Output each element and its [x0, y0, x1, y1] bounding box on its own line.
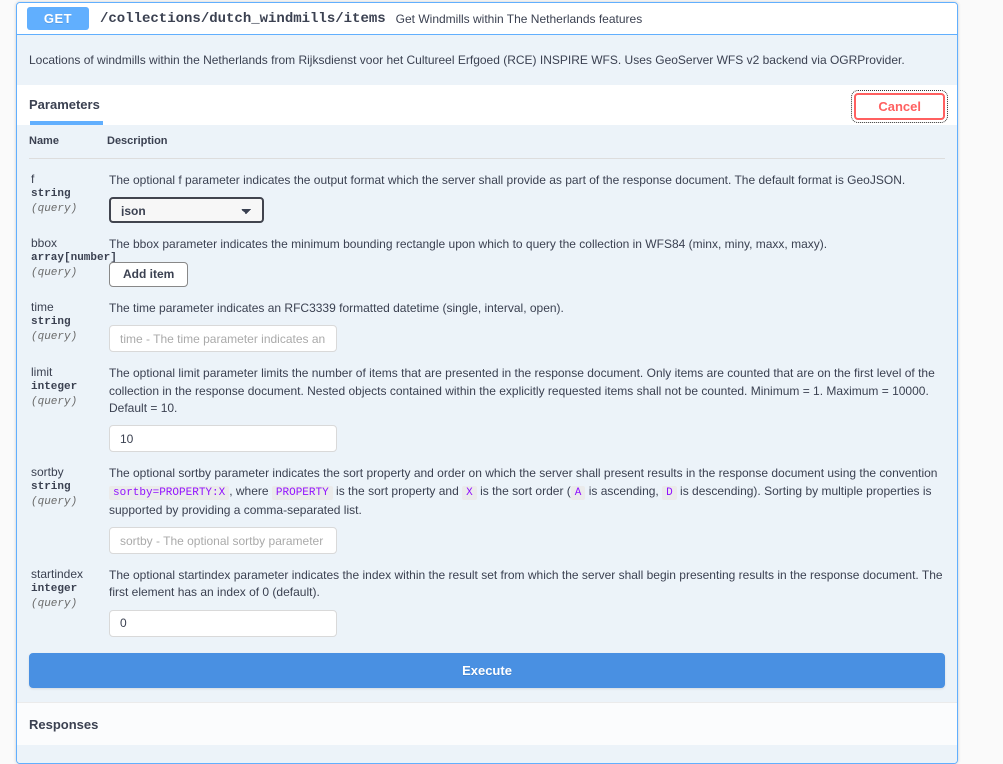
parameter-description-cell: The optional limit parameter limits the … [107, 352, 945, 453]
column-header-name: Name [29, 124, 107, 159]
parameter-type: integer [31, 583, 78, 596]
parameter-name-cell: bbox array[number] (query) [29, 223, 117, 287]
parameter-name-cell: time string (query) [29, 287, 107, 352]
parameter-description-cell: The bbox parameter indicates the minimum… [107, 223, 945, 287]
parameter-control [109, 425, 944, 453]
parameter-type: string [31, 187, 71, 200]
parameter-control [109, 527, 944, 555]
parameters-table-body: f string (query) The optional f parameter i… [29, 158, 945, 637]
http-method-badge: GET [27, 7, 89, 30]
cancel-button[interactable]: Cancel [851, 89, 948, 123]
parameter-location: (query) [31, 396, 78, 408]
inline-code: A [570, 485, 586, 500]
description-text-fragment: , where [229, 483, 272, 498]
parameter-description-cell: The optional f parameter indicates the o… [107, 158, 945, 224]
tab-parameters[interactable]: Parameters [29, 97, 100, 120]
parameter-description-cell: The optional sortby parameter indicates … [107, 452, 945, 555]
parameters-region: Name Description f string (query) The optio… [17, 124, 957, 637]
parameter-name-cell: startindex integer (query) [29, 554, 107, 637]
parameter-location: (query) [31, 202, 78, 215]
parameter-name-cell: sortby string (query) [29, 452, 107, 554]
description-text-fragment: The optional sortby parameter indicates … [109, 466, 938, 481]
parameter-input-limit[interactable] [109, 425, 337, 453]
operation-summary-bar[interactable]: GET /collections/dutch_windmills/items G… [17, 3, 957, 35]
parameter-row: bbox array[number] (query) The bbox paramet… [29, 223, 945, 287]
parameter-row: startindex integer (query) The optional sta… [29, 554, 945, 637]
parameter-description: The optional f parameter indicates the o… [109, 172, 906, 187]
operation-path: /collections/dutch_windmills/items [100, 10, 386, 27]
parameter-type: string [31, 315, 71, 328]
parameter-type: integer [31, 381, 78, 394]
parameters-table: Name Description f string (query) The optio… [29, 124, 945, 637]
parameter-row: limit integer (query) The optional limit pa… [29, 352, 945, 453]
inline-code: PROPERTY [271, 485, 333, 500]
parameter-description: The optional sortby parameter indicates … [109, 465, 944, 519]
parameter-description: The time parameter indicates an RFC3339 … [109, 300, 564, 315]
parameter-description: The optional startindex parameter indica… [109, 568, 943, 600]
parameter-name: limit [31, 365, 53, 380]
description-text-fragment: is the sort property and [332, 483, 463, 498]
parameter-description-cell: The optional startindex parameter indica… [107, 554, 945, 637]
tab-active-underline [30, 120, 103, 125]
add-item-button[interactable]: Add item [109, 261, 189, 287]
inline-code: X [462, 485, 477, 500]
inline-code: D [662, 485, 677, 500]
inline-code: sortby=PROPERTY:X [109, 485, 230, 500]
parameter-input-sortby[interactable] [109, 527, 337, 555]
parameter-type: string [31, 481, 71, 494]
parameter-control [109, 609, 944, 637]
parameter-name-cell: f string (query) [29, 158, 107, 223]
parameters-header-bar: Parameters Cancel [17, 84, 957, 125]
parameter-input-time[interactable] [109, 325, 337, 353]
parameter-row: f string (query) The optional f parameter i… [29, 158, 945, 224]
execute-button[interactable]: Execute [29, 652, 945, 688]
parameter-name: startindex [31, 567, 84, 582]
parameter-name-cell: limit integer (query) [29, 352, 107, 452]
responses-section: Responses [17, 701, 957, 745]
parameter-row: time string (query) The time parameter indi… [29, 287, 945, 353]
parameter-row: sortby string (query) The optional sortby p… [29, 452, 945, 555]
parameter-input-startindex[interactable] [109, 609, 337, 637]
operation-block: GET /collections/dutch_windmills/items G… [16, 2, 958, 764]
operation-summary-text: Get Windmills within The Netherlands fea… [395, 11, 643, 26]
parameter-select-f[interactable]: json [109, 197, 264, 224]
parameter-location: (query) [31, 597, 78, 610]
parameter-control: Add item [109, 261, 944, 287]
parameter-name: time [31, 299, 54, 314]
parameter-location: (query) [31, 267, 78, 280]
description-text-fragment: is the sort order ( [476, 483, 571, 498]
parameter-description-cell: The time parameter indicates an RFC3339 … [107, 287, 945, 353]
parameter-description: The optional limit parameter limits the … [109, 366, 935, 415]
parameter-type: array[number] [31, 252, 117, 265]
parameter-name: f [31, 171, 35, 186]
parameter-control [109, 325, 944, 353]
parameter-control: json [109, 197, 944, 224]
column-header-description: Description [107, 124, 945, 159]
description-text-fragment: is ascending, [585, 483, 663, 498]
parameter-name: bbox [31, 236, 58, 251]
operation-body: Locations of windmills within the Nether… [17, 35, 957, 763]
parameter-description: The bbox parameter indicates the minimum… [109, 237, 828, 252]
operation-description-section: Locations of windmills within the Nether… [17, 35, 957, 85]
parameter-name: sortby [31, 465, 64, 480]
operation-description: Locations of windmills within the Nether… [29, 53, 905, 67]
parameter-location: (query) [31, 496, 78, 509]
parameter-location: (query) [31, 330, 78, 343]
table-header-row: Name Description [29, 124, 945, 159]
responses-title: Responses [29, 716, 99, 732]
execute-section: Execute [17, 636, 957, 702]
